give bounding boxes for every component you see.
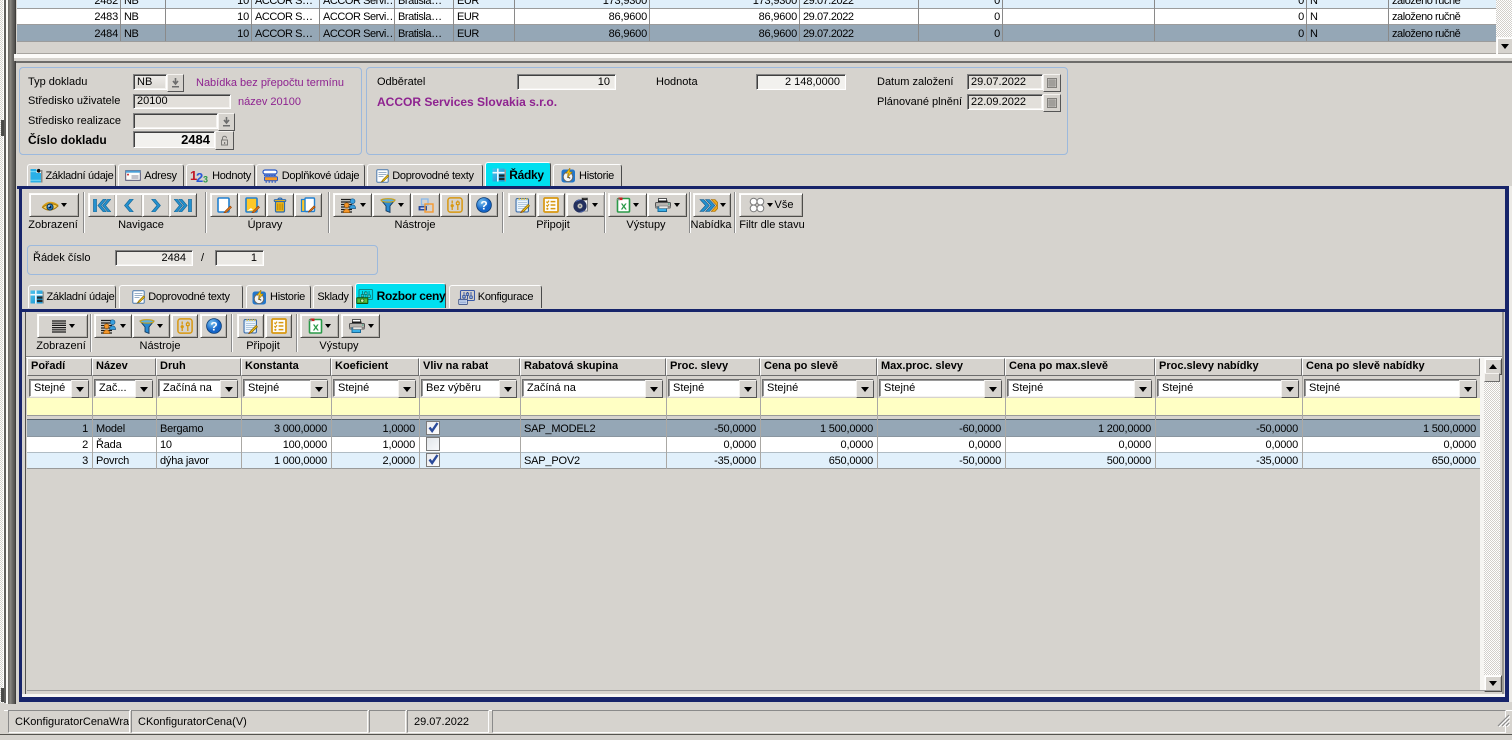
svg-text:x: x (621, 201, 628, 213)
svg-text:3: 3 (203, 174, 208, 183)
svg-text:?: ? (210, 319, 217, 333)
svg-text:?: ? (480, 198, 487, 212)
svg-text:x: x (313, 322, 320, 334)
